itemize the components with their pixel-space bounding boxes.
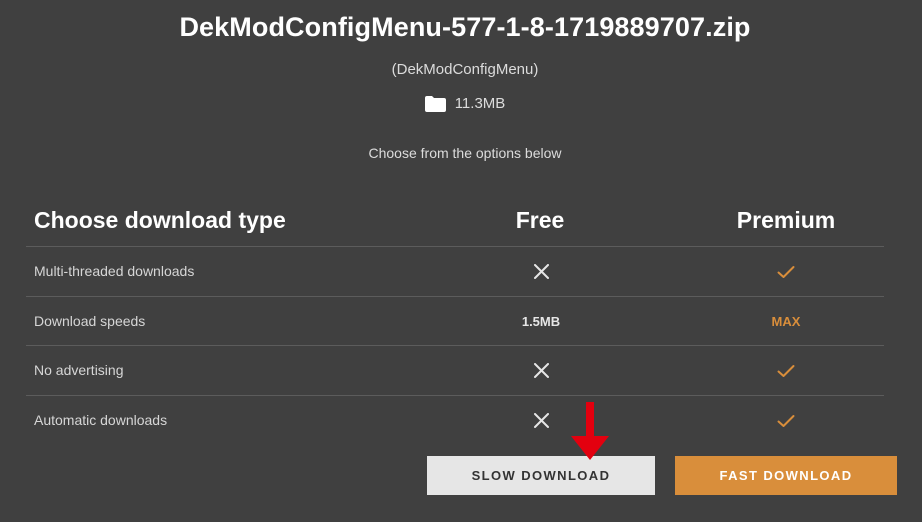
- file-size: 11.3MB: [454, 95, 506, 112]
- fast-download-button[interactable]: FAST DOWNLOAD: [675, 456, 897, 495]
- free-cell: [501, 396, 581, 445]
- row-label: Multi-threaded downloads: [34, 263, 195, 279]
- free-cell: [501, 346, 581, 395]
- free-cell: 1.5MB: [501, 297, 581, 346]
- table-row: Download speeds 1.5MB MAX: [0, 297, 922, 346]
- premium-column-heading: Premium: [736, 207, 836, 233]
- row-label: No advertising: [34, 362, 124, 378]
- free-column-heading: Free: [515, 207, 565, 233]
- download-type-heading: Choose download type: [34, 207, 286, 233]
- premium-cell: [746, 247, 826, 296]
- premium-speed-value: MAX: [771, 314, 801, 329]
- premium-cell: MAX: [746, 297, 826, 346]
- premium-cell: [746, 396, 826, 445]
- premium-cell: [746, 346, 826, 395]
- mod-name: (DekModConfigMenu): [391, 61, 539, 78]
- check-icon: [777, 265, 795, 278]
- row-label: Automatic downloads: [34, 412, 168, 428]
- file-title: DekModConfigMenu-577-1-8-1719889707.zip: [179, 12, 751, 42]
- table-row: No advertising: [0, 346, 922, 395]
- cross-icon: [533, 264, 549, 279]
- row-label: Download speeds: [34, 313, 146, 329]
- choose-options-text: Choose from the options below: [368, 145, 562, 161]
- slow-download-button[interactable]: SLOW DOWNLOAD: [427, 456, 655, 495]
- folder-icon: [424, 95, 446, 112]
- check-icon: [777, 364, 795, 377]
- file-size-row: 11.3MB: [0, 95, 922, 112]
- free-speed-value: 1.5MB: [521, 314, 561, 329]
- table-row: Multi-threaded downloads: [0, 247, 922, 296]
- table-row: Automatic downloads: [0, 396, 922, 445]
- cross-icon: [533, 363, 549, 378]
- check-icon: [777, 414, 795, 427]
- red-arrow-down-icon: [571, 402, 609, 460]
- cross-icon: [533, 413, 549, 428]
- free-cell: [501, 247, 581, 296]
